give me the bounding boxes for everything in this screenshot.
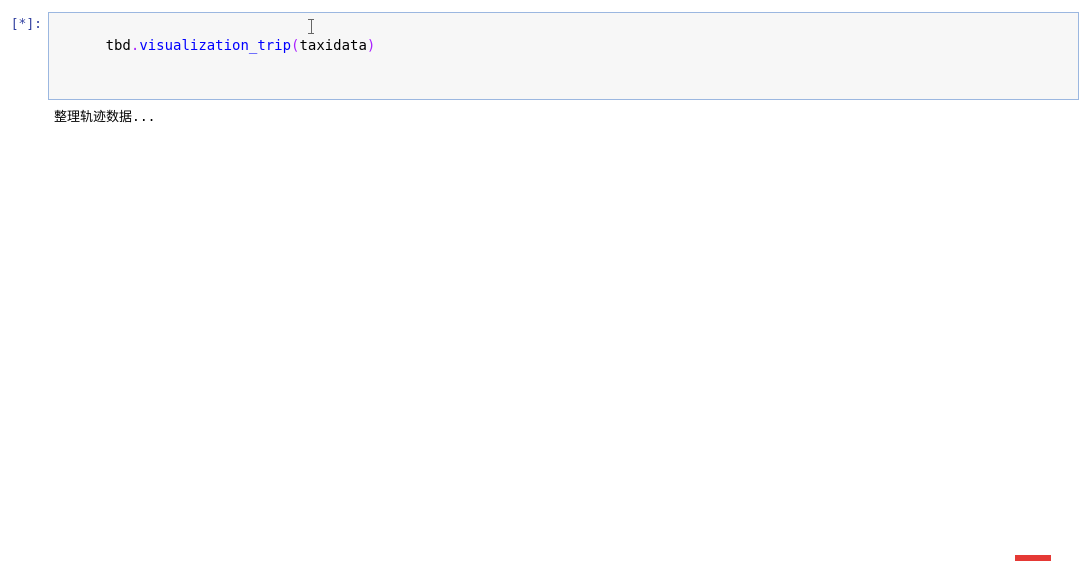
code-line: tbd.visualization_trip(taxidata) — [106, 38, 376, 54]
code-argument: taxidata — [299, 38, 366, 54]
text-cursor-icon — [311, 19, 312, 34]
code-function: visualization_trip — [139, 38, 291, 54]
status-indicator — [1015, 555, 1051, 561]
code-paren-close: ) — [367, 38, 375, 54]
output-text: 整理轨迹数据... — [54, 110, 155, 125]
input-prompt: [*]: — [0, 12, 48, 32]
code-input-area[interactable]: tbd.visualization_trip(taxidata) — [48, 12, 1079, 100]
code-object: tbd — [106, 38, 131, 54]
prompt-bracket-close: ]: — [26, 17, 42, 32]
notebook-container: [*]: tbd.visualization_trip(taxidata) 整理… — [0, 0, 1079, 132]
output-cell: 整理轨迹数据... — [0, 104, 1079, 132]
prompt-bracket-open: [ — [11, 17, 19, 32]
output-area: 整理轨迹数据... — [48, 104, 1079, 132]
code-cell: [*]: tbd.visualization_trip(taxidata) — [0, 12, 1079, 100]
